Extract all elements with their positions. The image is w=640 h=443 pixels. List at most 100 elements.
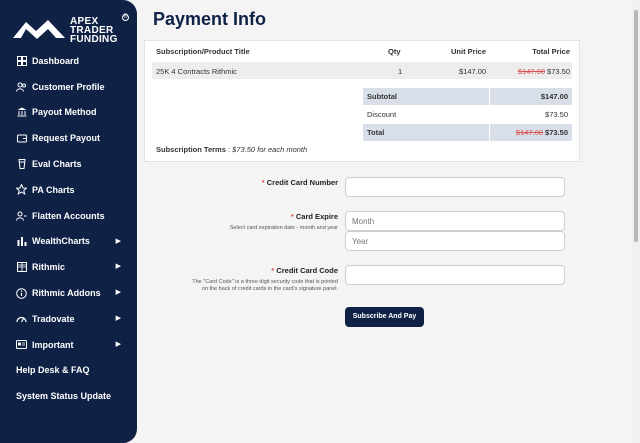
sidebar-item-label: Important (32, 339, 74, 350)
total-label: Total (367, 128, 385, 137)
wallet-icon (16, 133, 27, 144)
sidebar-item-label: Dashboard (32, 55, 80, 66)
star-icon (16, 184, 27, 196)
sidebar-item-label: Payout Method (32, 107, 97, 118)
brand-line-3: FUNDING (70, 34, 118, 45)
sidebar-item-tradovate[interactable]: Tradovate ▶ (0, 306, 137, 332)
sidebar-item-rithmic[interactable]: Rithmic ▶ (0, 254, 137, 280)
column-divider (489, 88, 490, 105)
sidebar-item-rithmic-addons[interactable]: Rithmic Addons ▶ (0, 280, 137, 306)
subscription-terms: Subscription Terms : $73.50 for each mon… (156, 145, 307, 154)
sidebar-item-label: Customer Profile (32, 81, 105, 92)
scrollbar-thumb[interactable] (634, 10, 638, 242)
column-header-product: Subscription/Product Title (156, 47, 250, 56)
discounted-total: $73.50 (545, 128, 568, 137)
sidebar-item-request-payout[interactable]: Request Payout (0, 125, 137, 151)
app-root: APEX TRADER FUNDING ® Dashboard Customer… (0, 0, 640, 443)
required-mark: * (271, 266, 275, 275)
sidebar-item-wealthcharts[interactable]: WealthCharts ▶ (0, 229, 137, 255)
sidebar-item-label: Flatten Accounts (32, 210, 105, 221)
card-code-label-text: Credit Card Code (276, 266, 338, 275)
bar-chart-icon (16, 236, 27, 247)
user-minus-icon (16, 210, 27, 221)
gauge-icon (16, 313, 27, 324)
original-total: $147.00 (515, 128, 544, 137)
discount-value: $73.50 (545, 110, 568, 119)
apex-logo-icon (13, 20, 65, 39)
subscription-terms-value: $73.50 for each month (232, 145, 308, 154)
sidebar-item-pa-charts[interactable]: PA Charts (0, 177, 137, 203)
expire-year-input[interactable] (345, 231, 565, 251)
card-number-input[interactable] (345, 177, 565, 197)
bank-icon (16, 107, 27, 118)
users-icon (16, 81, 27, 92)
original-total-price: $147.00 (517, 67, 546, 76)
card-expire-label: * Card Expire (291, 212, 338, 221)
sidebar-link-help-desk[interactable]: Help Desk & FAQ (0, 358, 137, 384)
sidebar-item-payout-method[interactable]: Payout Method (0, 100, 137, 126)
subtotal-label: Subtotal (367, 92, 397, 101)
sidebar-item-label: Rithmic (32, 262, 66, 273)
brand-name: APEX TRADER FUNDING (70, 17, 118, 45)
card-code-help-line-2: on the back of credit cards in the card'… (201, 286, 338, 292)
sidebar-item-eval-charts[interactable]: Eval Charts (0, 151, 137, 177)
product-qty: 1 (398, 67, 403, 76)
total-row: Total $147.00 $73.50 (363, 124, 572, 141)
order-summary-card: Subscription/Product Title Qty Unit Pric… (144, 40, 580, 162)
product-total-price: $147.00 $73.50 (518, 67, 570, 76)
chevron-right-icon: ▶ (115, 340, 121, 348)
column-header-unit-price: Unit Price (451, 47, 487, 56)
card-code-input[interactable] (345, 265, 565, 285)
subtotal-value: $147.00 (540, 92, 568, 101)
sidebar-item-label: Tradovate (32, 313, 75, 324)
sidebar-item-label: Eval Charts (32, 159, 82, 170)
chevron-right-icon: ▶ (115, 237, 121, 245)
product-title: 25K 4 Contracts Rithmic (156, 67, 237, 76)
card-number-label-text: Credit Card Number (266, 178, 338, 187)
sidebar-nav: Dashboard Customer Profile Payout Method… (0, 48, 137, 409)
subscription-terms-label: Subscription Terms (156, 145, 226, 154)
required-mark: * (261, 178, 265, 187)
required-mark: * (290, 212, 294, 221)
expire-month-input[interactable] (345, 211, 565, 231)
discounted-total-price: $73.50 (547, 67, 570, 76)
chevron-right-icon: ▶ (115, 314, 121, 322)
cup-icon (16, 159, 27, 170)
chevron-right-icon: ▶ (115, 263, 121, 271)
card-number-label: * Credit Card Number (262, 178, 338, 187)
sidebar-item-label: WealthCharts (32, 236, 90, 247)
sidebar-item-flatten-accounts[interactable]: Flatten Accounts (0, 203, 137, 229)
chevron-right-icon: ▶ (115, 289, 121, 297)
column-header-total-price: Total Price (532, 47, 570, 56)
sidebar: APEX TRADER FUNDING ® Dashboard Customer… (0, 0, 137, 443)
sidebar-link-label: Help Desk & FAQ (16, 365, 90, 376)
sidebar-link-system-status[interactable]: System Status Update (0, 383, 137, 409)
sidebar-item-customer-profile[interactable]: Customer Profile (0, 74, 137, 100)
product-unit-price: $147.00 (459, 67, 487, 76)
card-code-label: * Credit Card Code (271, 266, 338, 275)
total-value: $147.00 $73.50 (516, 128, 568, 137)
sidebar-item-label: PA Charts (32, 184, 75, 195)
brand-logo[interactable]: APEX TRADER FUNDING ® (12, 14, 130, 45)
sidebar-link-label: System Status Update (16, 391, 112, 402)
discount-row: Discount $73.50 (363, 106, 572, 123)
subscribe-and-pay-button[interactable]: Subscribe And Pay (345, 307, 424, 327)
card-code-help-line-1: The "Card Code" is a three digit securit… (192, 279, 338, 285)
card-expire-help: Select card expiration date - month and … (229, 225, 338, 231)
sidebar-item-label: Rithmic Addons (32, 288, 101, 299)
sidebar-item-dashboard[interactable]: Dashboard (0, 48, 137, 74)
page-title: Payment Info (153, 9, 267, 29)
registered-mark: ® (122, 14, 129, 21)
column-divider (489, 124, 490, 141)
sidebar-item-important[interactable]: Important ▶ (0, 332, 137, 358)
sidebar-item-label: Request Payout (32, 133, 101, 144)
card-expire-label-text: Card Expire (295, 212, 338, 221)
column-header-qty: Qty (388, 47, 401, 56)
id-card-icon (16, 339, 27, 350)
page-scrollbar[interactable] (632, 0, 640, 443)
dashboard-icon (16, 55, 27, 66)
info-circle-icon (16, 287, 27, 299)
discount-label: Discount (367, 110, 397, 119)
subtotal-row: Subtotal $147.00 (363, 88, 572, 105)
card-code-help: The "Card Code" is a three digit securit… (192, 279, 338, 293)
